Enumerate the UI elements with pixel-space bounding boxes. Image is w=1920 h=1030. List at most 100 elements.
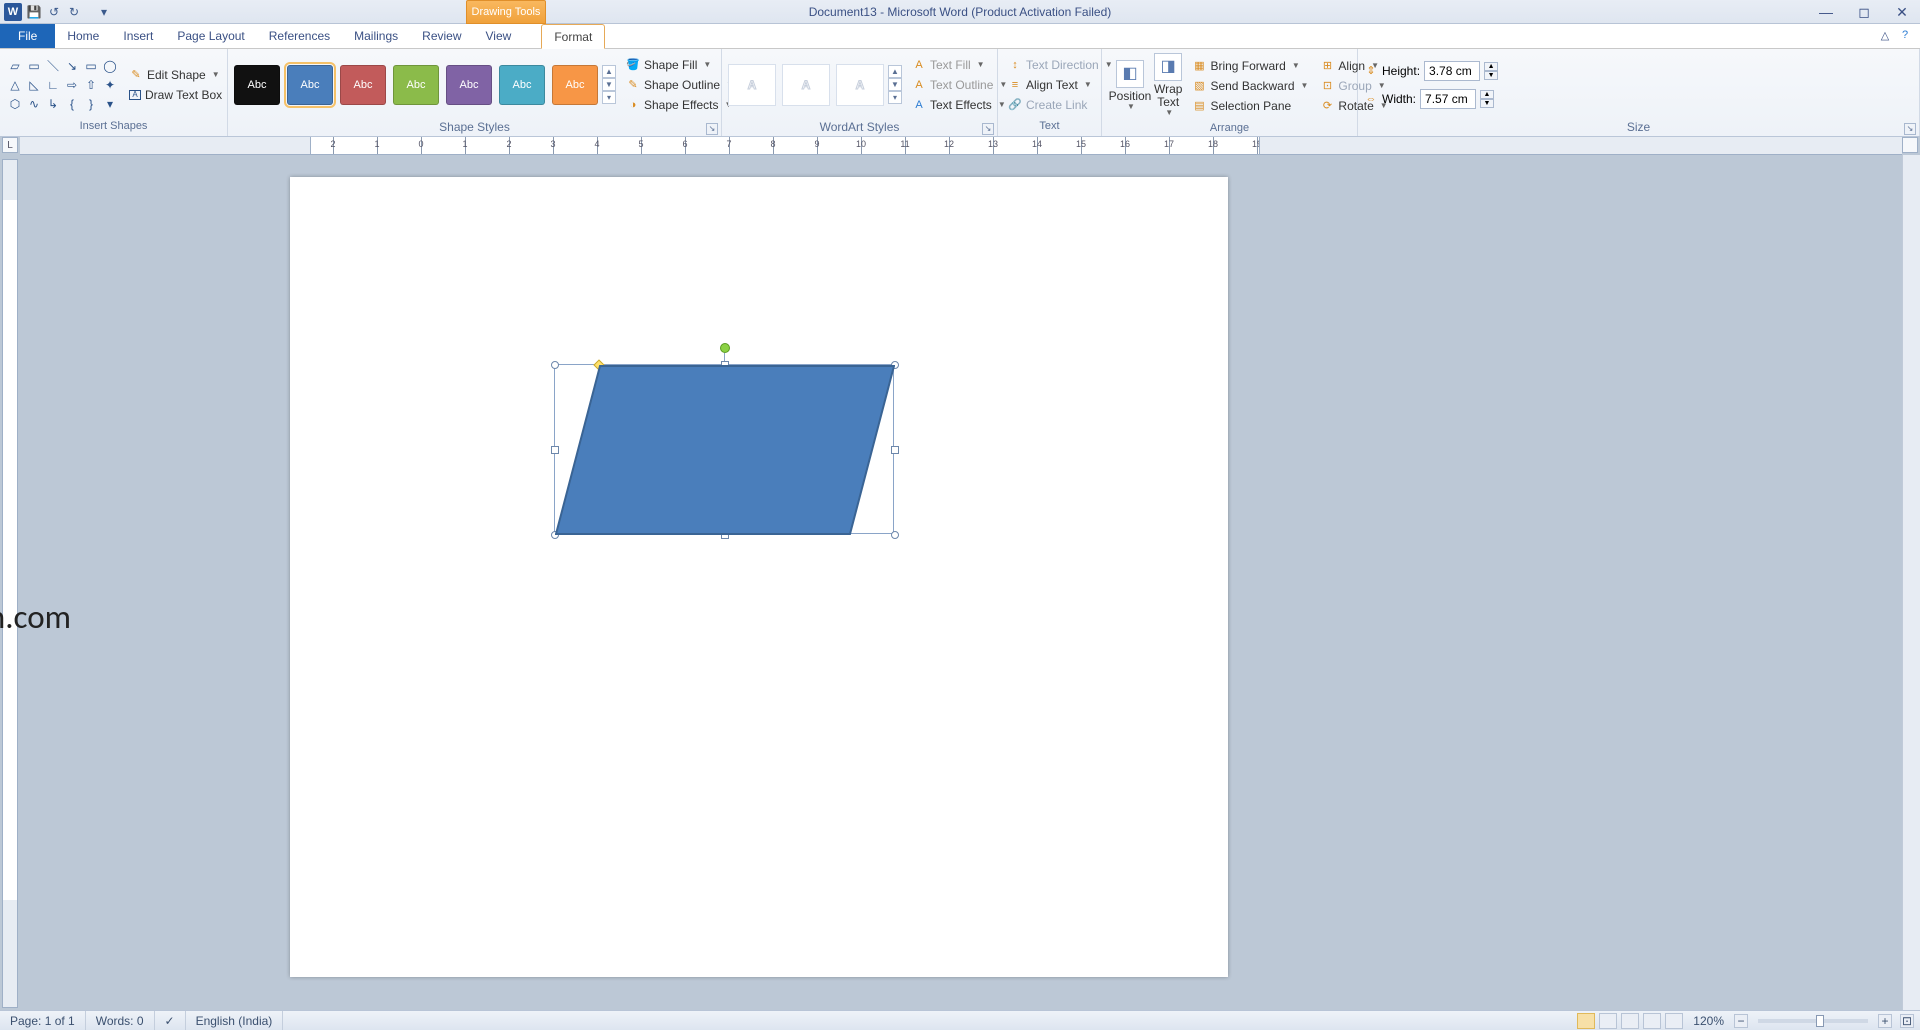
tab-mailings[interactable]: Mailings — [342, 24, 410, 48]
width-input[interactable]: 7.57 cm — [1420, 89, 1476, 109]
shape-hex-icon[interactable]: ⬡ — [6, 95, 24, 113]
shape-oval-icon[interactable]: ◯ — [101, 57, 119, 75]
shape-line-icon[interactable]: ＼ — [44, 57, 62, 75]
shape-rtri-icon[interactable]: ◺ — [25, 76, 43, 94]
shape-style-6[interactable]: Abc — [552, 65, 598, 105]
height-spin-up[interactable]: ▲ — [1484, 62, 1498, 71]
help-icon[interactable]: ? — [1898, 28, 1912, 42]
tab-file[interactable]: File — [0, 24, 55, 48]
view-full-screen-button[interactable] — [1599, 1013, 1617, 1029]
shape-rect2-icon[interactable]: ▭ — [82, 57, 100, 75]
shape-l-icon[interactable]: ∟ — [44, 76, 62, 94]
wordart-dialog-icon[interactable]: ↘ — [982, 123, 994, 135]
shape-style-0[interactable]: Abc — [234, 65, 280, 105]
view-outline-button[interactable] — [1643, 1013, 1661, 1029]
horizontal-ruler[interactable]: 21012345678910111213141516171819 — [20, 137, 1902, 155]
shape-brace2-icon[interactable]: } — [82, 95, 100, 113]
gallery-down-icon[interactable]: ▼ — [602, 78, 616, 91]
wordart-gallery[interactable]: A A A — [728, 64, 884, 106]
shape-style-2[interactable]: Abc — [340, 65, 386, 105]
document-page[interactable] — [290, 177, 1228, 977]
shape-style-4[interactable]: Abc — [446, 65, 492, 105]
vertical-scrollbar[interactable] — [1902, 155, 1920, 1010]
text-effects-button[interactable]: AText Effects▼ — [912, 96, 1007, 114]
text-direction-button[interactable]: ↕Text Direction▼ — [1004, 56, 1117, 74]
gallery-more-icon[interactable]: ▾ — [602, 91, 616, 104]
redo-icon[interactable]: ↻ — [66, 4, 82, 20]
position-button[interactable]: ◧Position▼ — [1108, 58, 1152, 114]
parallelogram-shape[interactable] — [555, 365, 895, 535]
shape-more-icon[interactable]: ▾ — [101, 95, 119, 113]
zoom-fit-button[interactable]: ⊡ — [1900, 1014, 1914, 1028]
wordart-style-2[interactable]: A — [782, 64, 830, 106]
gallery-up-icon[interactable]: ▲ — [602, 65, 616, 78]
tab-review[interactable]: Review — [410, 24, 473, 48]
status-proofing[interactable]: ✓ — [155, 1011, 186, 1030]
selection-pane-button[interactable]: ▤Selection Pane — [1188, 97, 1312, 115]
status-words[interactable]: Words: 0 — [86, 1011, 155, 1030]
align-text-button[interactable]: ≡Align Text▼ — [1004, 76, 1117, 94]
shape-outline-button[interactable]: ✎Shape Outline▼ — [626, 76, 734, 94]
tab-insert[interactable]: Insert — [111, 24, 165, 48]
shape-arrow3-icon[interactable]: ⇧ — [82, 76, 100, 94]
ruler-toggle-button[interactable] — [1902, 137, 1918, 153]
send-backward-button[interactable]: ▧Send Backward▼ — [1188, 77, 1312, 95]
shape-triangle-icon[interactable]: △ — [6, 76, 24, 94]
view-web-layout-button[interactable] — [1621, 1013, 1639, 1029]
width-spin-down[interactable]: ▼ — [1480, 99, 1494, 108]
tab-references[interactable]: References — [257, 24, 342, 48]
shape-parallelogram-icon[interactable]: ▱ — [6, 57, 24, 75]
bring-forward-button[interactable]: ▦Bring Forward▼ — [1188, 57, 1312, 75]
tab-page-layout[interactable]: Page Layout — [165, 24, 256, 48]
tab-selector[interactable]: L — [2, 137, 18, 153]
tab-home[interactable]: Home — [55, 24, 111, 48]
height-input[interactable]: 3.78 cm — [1424, 61, 1480, 81]
shape-styles-dialog-icon[interactable]: ↘ — [706, 123, 718, 135]
status-language[interactable]: English (India) — [186, 1011, 284, 1030]
shape-effects-button[interactable]: ◑Shape Effects▼ — [626, 96, 734, 114]
zoom-slider[interactable] — [1758, 1019, 1868, 1023]
tab-view[interactable]: View — [474, 24, 524, 48]
shape-arrow2-icon[interactable]: ⇨ — [63, 76, 81, 94]
status-page[interactable]: Page: 1 of 1 — [0, 1011, 86, 1030]
shape-brace-icon[interactable]: { — [63, 95, 81, 113]
text-outline-button[interactable]: AText Outline▼ — [912, 76, 1007, 94]
wa-gallery-up-icon[interactable]: ▲ — [888, 65, 902, 78]
rotate-handle[interactable] — [720, 343, 730, 353]
wa-gallery-down-icon[interactable]: ▼ — [888, 78, 902, 91]
view-print-layout-button[interactable] — [1577, 1013, 1595, 1029]
qat-customize-icon[interactable]: ▾ — [96, 4, 112, 20]
zoom-in-button[interactable]: + — [1878, 1014, 1892, 1028]
view-draft-button[interactable] — [1665, 1013, 1683, 1029]
minimize-ribbon-icon[interactable]: △ — [1878, 28, 1892, 42]
height-spin-down[interactable]: ▼ — [1484, 71, 1498, 80]
create-link-button[interactable]: 🔗Create Link — [1004, 96, 1117, 114]
vertical-ruler[interactable] — [2, 159, 18, 1008]
width-spin-up[interactable]: ▲ — [1480, 90, 1494, 99]
draw-text-box-button[interactable]: A Draw Text Box — [125, 86, 226, 104]
shape-style-1[interactable]: Abc — [287, 65, 333, 105]
wrap-text-button[interactable]: ◨Wrap Text▼ — [1152, 51, 1184, 120]
save-icon[interactable]: 💾 — [26, 4, 42, 20]
maximize-button[interactable]: ◻ — [1850, 3, 1878, 21]
shapes-gallery[interactable]: ▱ ▭ ＼ ↘ ▭ ◯ △ ◺ ∟ ⇨ ⇧ ✦ ⬡ ∿ ↳ { } ▾ — [6, 57, 119, 113]
wa-gallery-more-icon[interactable]: ▾ — [888, 91, 902, 104]
shape-selection-box[interactable] — [554, 364, 894, 534]
minimize-button[interactable]: — — [1812, 3, 1840, 21]
shape-rect-icon[interactable]: ▭ — [25, 57, 43, 75]
shape-fill-button[interactable]: 🪣Shape Fill▼ — [626, 56, 734, 74]
size-dialog-icon[interactable]: ↘ — [1904, 123, 1916, 135]
text-fill-button[interactable]: AText Fill▼ — [912, 56, 1007, 74]
zoom-level[interactable]: 120% — [1693, 1014, 1724, 1028]
tab-format[interactable]: Format — [541, 24, 605, 49]
shape-star-icon[interactable]: ✦ — [101, 76, 119, 94]
shape-style-3[interactable]: Abc — [393, 65, 439, 105]
word-app-icon[interactable]: W — [4, 3, 22, 21]
edit-shape-button[interactable]: ✎ Edit Shape ▼ — [125, 66, 226, 84]
close-button[interactable]: ✕ — [1888, 3, 1916, 21]
wordart-style-3[interactable]: A — [836, 64, 884, 106]
shape-arrow-icon[interactable]: ↘ — [63, 57, 81, 75]
undo-icon[interactable]: ↺ — [46, 4, 62, 20]
shape-connector-icon[interactable]: ↳ — [44, 95, 62, 113]
shape-curve-icon[interactable]: ∿ — [25, 95, 43, 113]
